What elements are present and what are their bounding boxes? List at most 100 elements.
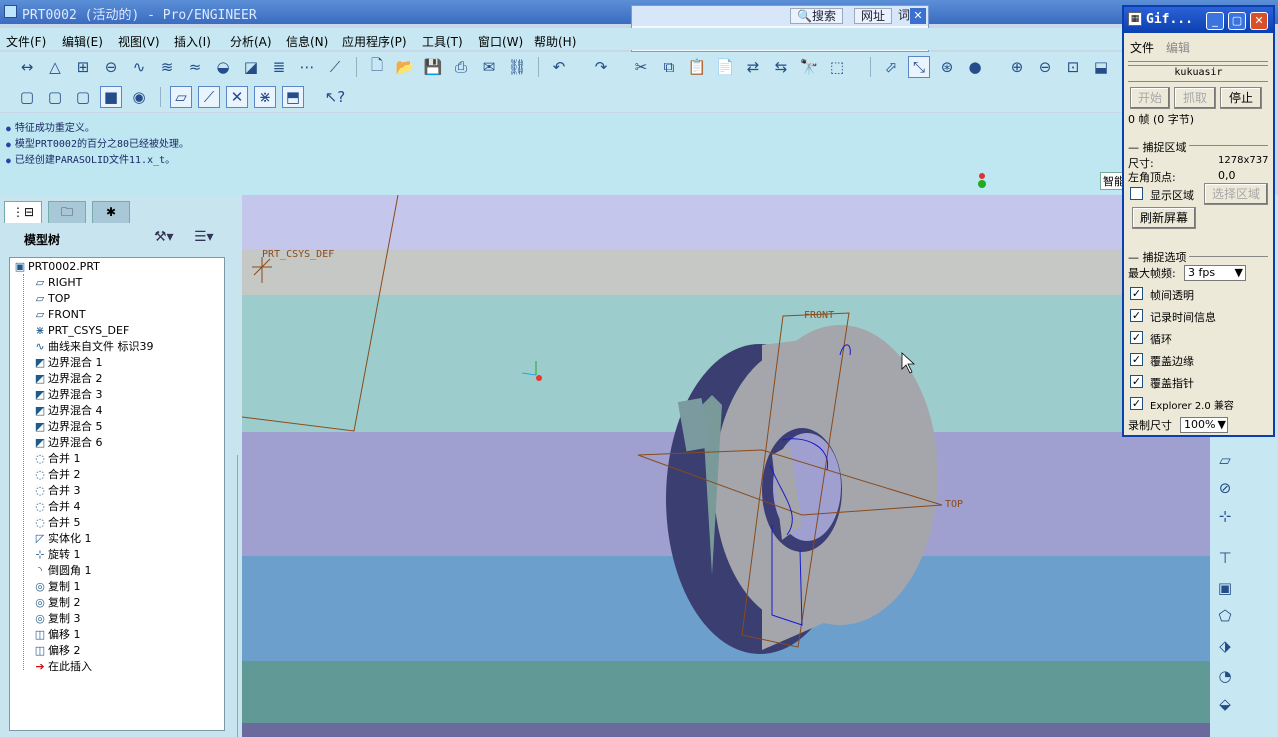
datum-point-tool-icon[interactable]: ⊹ (1214, 505, 1236, 527)
email-icon[interactable]: ✉ (478, 56, 500, 78)
wireframe-icon[interactable]: ▢ (16, 86, 38, 108)
cover-edges-checkbox[interactable]: ✓ (1130, 353, 1143, 366)
annotations-icon[interactable]: ⬒ (282, 86, 304, 108)
orient-mode-icon[interactable]: ⊛ (936, 56, 958, 78)
tree-settings-icon[interactable]: ⚒▾ (154, 229, 174, 245)
menu-tools[interactable]: 工具(T) (422, 33, 463, 50)
revolve-tool-icon[interactable]: ▣ (1214, 577, 1236, 599)
undo-icon[interactable]: ↶ (548, 56, 570, 78)
close-icon[interactable]: ✕ (910, 8, 926, 24)
tree-item[interactable]: ◌ 合并 5 (32, 515, 246, 531)
sweep-tool-icon[interactable]: ⬠ (1214, 605, 1236, 627)
explorer-compat-checkbox[interactable]: ✓ (1130, 397, 1143, 410)
tree-item[interactable]: ◩ 边界混合 4 (32, 403, 246, 419)
no-hidden-icon[interactable]: ▢ (72, 86, 94, 108)
open-folder-icon[interactable]: 📂 (394, 56, 416, 78)
tree-item[interactable]: ◩ 边界混合 3 (32, 387, 246, 403)
start-button[interactable]: 开始 (1130, 87, 1170, 109)
extrude-tool-icon[interactable]: ⊤ (1214, 547, 1236, 569)
datum-axes-icon[interactable]: ⟋ (198, 86, 220, 108)
menu-insert[interactable]: 插入(I) (174, 33, 211, 50)
transparent-checkbox[interactable]: ✓ (1130, 287, 1143, 300)
capture-button[interactable]: 抓取 (1174, 87, 1216, 109)
tree-item[interactable]: ◫ 偏移 2 (32, 643, 246, 659)
model-tree-settings-icon[interactable]: ◉ (128, 86, 150, 108)
link-icon[interactable]: ⛓ (506, 56, 528, 78)
cover-pointer-checkbox[interactable]: ✓ (1130, 375, 1143, 388)
tree-item[interactable]: ◎ 复制 3 (32, 611, 246, 627)
area-measure-icon[interactable]: △ (44, 56, 66, 78)
tree-item[interactable]: ◌ 合并 3 (32, 483, 246, 499)
gif-menu-file[interactable]: 文件 (1130, 39, 1154, 56)
tree-item[interactable]: ◌ 合并 2 (32, 467, 246, 483)
menu-help[interactable]: 帮助(H) (534, 33, 576, 50)
draft-analysis-icon[interactable]: ◪ (240, 56, 262, 78)
maximize-button[interactable]: ▢ (1228, 12, 1246, 30)
tree-item[interactable]: ◌ 合并 4 (32, 499, 246, 515)
datum-planes-icon[interactable]: ▱ (170, 86, 192, 108)
menu-edit[interactable]: 编辑(E) (62, 33, 103, 50)
max-fps-select[interactable]: 3 fps ▼ (1184, 265, 1246, 281)
cut-icon[interactable]: ✂ (630, 56, 652, 78)
loop-checkbox[interactable]: ✓ (1130, 331, 1143, 344)
tree-item[interactable]: ⊹ 旋转 1 (32, 547, 246, 563)
regenerate-icon[interactable]: ⇄ (742, 56, 764, 78)
new-file-icon[interactable]: 🗋 (366, 56, 388, 78)
datum-points-icon[interactable]: ✕ (226, 86, 248, 108)
distance-measure-icon[interactable]: ↔ (16, 56, 38, 78)
tree-item[interactable]: ▱ RIGHT (32, 275, 246, 291)
tree-item[interactable]: ◩ 边界混合 2 (32, 371, 246, 387)
favorites-tab-icon[interactable]: ✱ (92, 201, 130, 223)
slope-icon[interactable]: ≣ (268, 56, 290, 78)
save-icon[interactable]: 💾 (422, 56, 444, 78)
redo-icon[interactable]: ↷ (590, 56, 612, 78)
shaded-icon[interactable]: ■ (100, 86, 122, 108)
datum-axis-tool-icon[interactable]: ⊘ (1214, 477, 1236, 499)
round-tool-icon[interactable]: ◔ (1214, 665, 1236, 687)
chamfer-tool-icon[interactable]: ⬙ (1214, 693, 1236, 715)
tree-item[interactable]: ◸ 实体化 1 (32, 531, 246, 547)
folder-browser-tab-icon[interactable]: 🗀 (48, 201, 86, 223)
surface-analysis-icon[interactable]: ≋ (156, 56, 178, 78)
reorient-icon[interactable]: ⬓ (1090, 56, 1112, 78)
stop-button[interactable]: 停止 (1220, 87, 1262, 109)
refit-icon[interactable]: ⊡ (1062, 56, 1084, 78)
paste-icon[interactable]: 📋 (686, 56, 708, 78)
tree-item[interactable]: ▱ TOP (32, 291, 246, 307)
dihedral-icon[interactable]: ⟋ (324, 56, 346, 78)
spin-center-icon[interactable]: ⤡ (908, 56, 930, 78)
web-tab[interactable]: 网址 (854, 8, 893, 24)
tree-item[interactable]: ◫ 偏移 1 (32, 627, 246, 643)
print-icon[interactable]: ⎙ (450, 56, 472, 78)
copy-icon[interactable]: ⧉ (658, 56, 680, 78)
minimize-button[interactable]: _ (1206, 12, 1224, 30)
tree-item[interactable]: ◎ 复制 1 (32, 579, 246, 595)
tree-item[interactable]: ∿ 曲线来自文件 标识39 (32, 339, 246, 355)
refresh-screen-button[interactable]: 刷新屏幕 (1132, 207, 1196, 229)
mass-properties-icon[interactable]: ⊖ (100, 56, 122, 78)
datum-plane-tool-icon[interactable]: ▱ (1214, 449, 1236, 471)
tree-item[interactable]: ◎ 复制 2 (32, 595, 246, 611)
coordinate-systems-icon[interactable]: ⋇ (254, 86, 276, 108)
show-menu-icon[interactable]: ☰▾ (194, 229, 214, 245)
tree-item[interactable]: ◩ 边界混合 1 (32, 355, 246, 371)
search-tab[interactable]: 🔍搜索 (790, 8, 843, 24)
tree-item[interactable]: ▱ FRONT (32, 307, 246, 323)
tree-item[interactable]: ⋇ PRT_CSYS_DEF (32, 323, 246, 339)
close-button[interactable]: ✕ (1250, 12, 1268, 30)
tree-item[interactable]: ◩ 边界混合 5 (32, 419, 246, 435)
show-area-checkbox[interactable] (1130, 187, 1143, 200)
table-icon[interactable]: ⊞ (72, 56, 94, 78)
zoom-out-icon[interactable]: ⊖ (1034, 56, 1056, 78)
find-icon[interactable]: 🔭 (798, 56, 820, 78)
model-tree-tab-icon[interactable]: ⋮⊟ (4, 201, 42, 223)
context-help-icon[interactable]: ↖? (324, 86, 346, 108)
tree-item[interactable]: ◝ 倒圆角 1 (32, 563, 246, 579)
menu-applications[interactable]: 应用程序(P) (342, 33, 407, 50)
regen-manager-icon[interactable]: ⇆ (770, 56, 792, 78)
menu-window[interactable]: 窗口(W) (478, 33, 523, 50)
tree-item[interactable]: ➔ 在此插入 (32, 659, 246, 675)
offset-analysis-icon[interactable]: ⋯ (296, 56, 318, 78)
tree-item[interactable]: ◌ 合并 1 (32, 451, 246, 467)
curve-analysis-icon[interactable]: ∿ (128, 56, 150, 78)
